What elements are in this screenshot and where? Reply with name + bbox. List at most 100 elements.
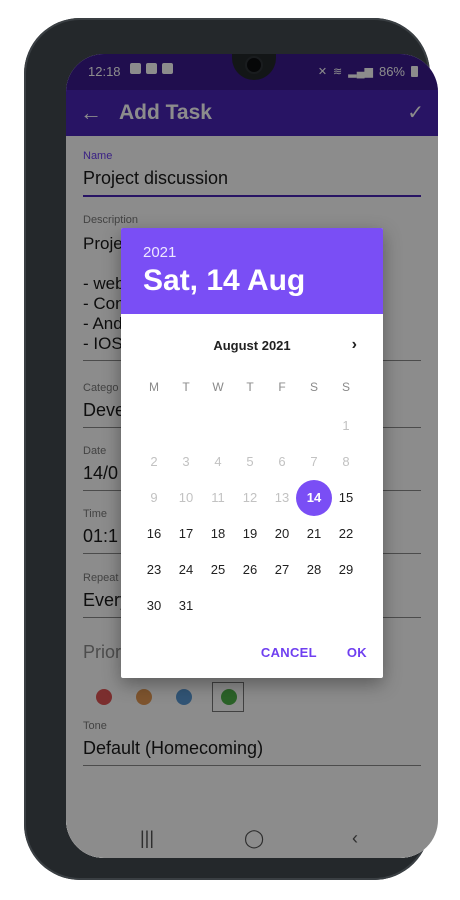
calendar-day[interactable]: 15	[330, 480, 362, 516]
month-title: August 2021	[213, 338, 291, 353]
weekday-label: W	[212, 380, 224, 394]
calendar-day-number: 6	[278, 454, 286, 469]
calendar-day: 3	[170, 444, 202, 480]
date-picker-dialog: 2021 Sat, 14 Aug August 2021 › M T W T F…	[121, 228, 383, 678]
calendar-day: 9	[138, 480, 170, 516]
calendar-day-number: 5	[246, 454, 254, 469]
selected-date: Sat, 14 Aug	[143, 264, 306, 297]
calendar-day-number: 8	[342, 454, 350, 469]
calendar-day-number: 3	[182, 454, 190, 469]
calendar-day-number: 18	[210, 526, 226, 541]
calendar-week-row: 1	[138, 408, 362, 444]
weekday-label: S	[309, 380, 318, 394]
calendar-week-row: 30 31	[138, 588, 362, 624]
calendar-day: 13	[266, 480, 298, 516]
calendar-day-number: 23	[146, 562, 162, 577]
calendar-day: 11	[202, 480, 234, 516]
calendar-grid: 1 2 3 4 5 6 7 8 9 10 11 12 13 14 15 16 17 18 19 20 21 22 23 24 2…	[138, 408, 362, 624]
calendar-day[interactable]: 24	[170, 552, 202, 588]
calendar-day-number: 10	[178, 490, 194, 505]
calendar-day-number: 9	[150, 490, 158, 505]
screen: 12:18 ✕ ≋ ▂▄▆ 86% ← Add Task ✓ Name Proj…	[66, 54, 438, 858]
selected-year[interactable]: 2021	[143, 244, 176, 261]
calendar-day-number: 13	[274, 490, 290, 505]
calendar-day: 7	[298, 444, 330, 480]
calendar-day[interactable]: 25	[202, 552, 234, 588]
phone-frame: 12:18 ✕ ≋ ▂▄▆ 86% ← Add Task ✓ Name Proj…	[24, 18, 438, 880]
calendar-week-row: 9 10 11 12 13 14 15	[138, 480, 362, 516]
calendar-day-number: 1	[342, 418, 350, 433]
calendar-empty-cell	[170, 408, 202, 444]
calendar-day-number: 29	[338, 562, 354, 577]
calendar-day[interactable]: 18	[202, 516, 234, 552]
calendar-day-number: 19	[242, 526, 258, 541]
calendar-day-number: 21	[306, 526, 322, 541]
weekday-header: M T W T F S S	[138, 380, 362, 394]
calendar-day[interactable]: 31	[170, 588, 202, 624]
calendar-empty-cell	[202, 588, 234, 624]
calendar-day-number: 7	[310, 454, 318, 469]
calendar-day-number: 14	[306, 490, 322, 505]
calendar-empty-cell	[266, 408, 298, 444]
calendar-day: 12	[234, 480, 266, 516]
calendar-day[interactable]: 23	[138, 552, 170, 588]
calendar-week-row: 23 24 25 26 27 28 29	[138, 552, 362, 588]
calendar-day-number: 30	[146, 598, 162, 613]
calendar-day[interactable]: 16	[138, 516, 170, 552]
calendar-empty-cell	[266, 588, 298, 624]
calendar-day[interactable]: 30	[138, 588, 170, 624]
calendar-day[interactable]: 22	[330, 516, 362, 552]
weekday-label: F	[278, 380, 286, 394]
calendar-day-selected[interactable]: 14	[296, 480, 332, 516]
weekday-label: T	[182, 380, 190, 394]
calendar-day: 2	[138, 444, 170, 480]
calendar-empty-cell	[330, 588, 362, 624]
calendar-day-number: 15	[338, 490, 354, 505]
month-header: August 2021 ›	[121, 336, 383, 358]
calendar-day-number: 24	[178, 562, 194, 577]
calendar-day[interactable]: 28	[298, 552, 330, 588]
calendar-empty-cell	[234, 408, 266, 444]
date-picker-header: 2021 Sat, 14 Aug	[121, 228, 383, 314]
calendar-day-number: 4	[214, 454, 222, 469]
calendar-day: 6	[266, 444, 298, 480]
ok-button[interactable]: OK	[347, 645, 367, 660]
calendar-empty-cell	[138, 408, 170, 444]
calendar-day-number: 27	[274, 562, 290, 577]
next-month-icon[interactable]: ›	[352, 336, 357, 354]
calendar-day-number: 22	[338, 526, 354, 541]
calendar-day-number: 28	[306, 562, 322, 577]
calendar-day-number: 12	[242, 490, 258, 505]
calendar-day: 10	[170, 480, 202, 516]
calendar-empty-cell	[234, 588, 266, 624]
calendar-day[interactable]: 27	[266, 552, 298, 588]
calendar-empty-cell	[202, 408, 234, 444]
cancel-button[interactable]: CANCEL	[261, 645, 317, 660]
calendar-day-number: 25	[210, 562, 226, 577]
calendar-week-row: 2 3 4 5 6 7 8	[138, 444, 362, 480]
calendar-empty-cell	[298, 588, 330, 624]
weekday-label: M	[149, 380, 159, 394]
calendar-day: 5	[234, 444, 266, 480]
calendar-day-number: 20	[274, 526, 290, 541]
calendar-day: 1	[330, 408, 362, 444]
weekday-label: T	[246, 380, 254, 394]
calendar-day-number: 31	[178, 598, 194, 613]
calendar-day: 4	[202, 444, 234, 480]
calendar-day[interactable]: 17	[170, 516, 202, 552]
calendar-day[interactable]: 21	[298, 516, 330, 552]
calendar-empty-cell	[298, 408, 330, 444]
calendar-day[interactable]: 26	[234, 552, 266, 588]
calendar-day[interactable]: 29	[330, 552, 362, 588]
dialog-actions: CANCEL OK	[261, 645, 367, 660]
calendar-day-number: 16	[146, 526, 162, 541]
calendar-day[interactable]: 19	[234, 516, 266, 552]
calendar-day: 8	[330, 444, 362, 480]
calendar-day-number: 17	[178, 526, 194, 541]
calendar-day[interactable]: 20	[266, 516, 298, 552]
calendar-day-number: 26	[242, 562, 258, 577]
weekday-label: S	[341, 380, 350, 394]
calendar-week-row: 16 17 18 19 20 21 22	[138, 516, 362, 552]
calendar-day-number: 11	[211, 490, 225, 505]
calendar-day-number: 2	[150, 454, 158, 469]
